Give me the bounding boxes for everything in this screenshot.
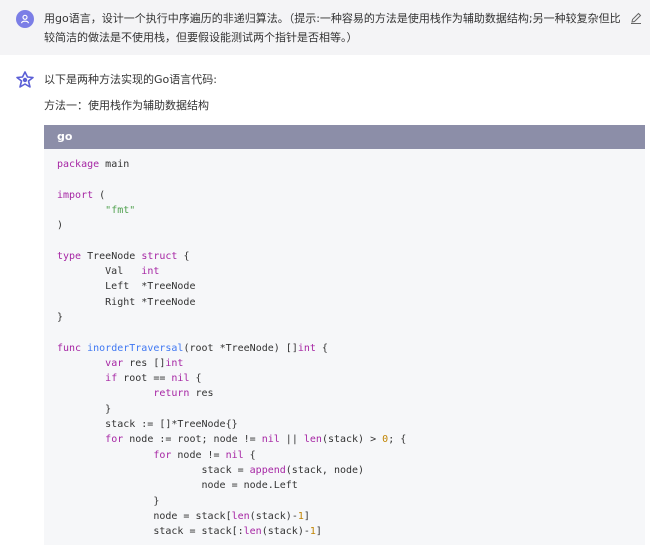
code-line: ) — [57, 220, 64, 232]
code-line: } — [57, 311, 64, 323]
code-language-label: go — [44, 125, 645, 149]
code-line: Val int — [57, 266, 160, 278]
code-line: for node := root; node != nil || len(sta… — [105, 434, 407, 446]
code-line: package main — [57, 159, 130, 170]
code-content: package main import ( "fmt" ) type TreeN… — [44, 149, 645, 539]
method-one-label: 方法一：使用栈作为辅助数据结构 — [44, 99, 209, 112]
code-line: func inorderTraversal(root *TreeNode) []… — [57, 342, 328, 354]
user-avatar-icon — [16, 10, 34, 28]
code-line: Right *TreeNode — [57, 296, 196, 308]
code-line: stack := []*TreeNode{} — [57, 419, 238, 431]
code-line: import ( — [57, 189, 106, 201]
code-line: stack = append(stack, node) — [57, 464, 365, 476]
code-line: stack = stack[:len(stack)-1] — [57, 526, 322, 538]
code-line: type TreeNode struct { — [57, 250, 190, 262]
code-line: "fmt" — [105, 204, 136, 216]
pencil-icon[interactable] — [629, 10, 645, 26]
code-line: node = stack[len(stack)-1] — [57, 510, 310, 522]
assistant-intro-text: 以下是两种方法实现的Go语言代码: — [44, 73, 217, 86]
code-line: Left *TreeNode — [57, 281, 196, 293]
code-line: for node != nil { — [153, 449, 256, 461]
code-line: } — [57, 403, 112, 415]
assistant-logo-icon — [15, 70, 35, 90]
code-line: var res []int — [105, 357, 184, 369]
code-line: if root == nil { — [105, 373, 202, 385]
code-block: go package main import ( "fmt" ) type Tr… — [44, 125, 645, 545]
user-message-text: 用go语言，设计一个执行中序遍历的非递归算法。（提示:一种容易的方法是使用栈作为… — [44, 12, 621, 44]
code-line: } — [57, 495, 160, 507]
user-message-bar: 用go语言，设计一个执行中序遍历的非递归算法。（提示:一种容易的方法是使用栈作为… — [0, 0, 650, 55]
code-line: return res — [153, 388, 214, 400]
code-line: node = node.Left — [57, 480, 298, 492]
